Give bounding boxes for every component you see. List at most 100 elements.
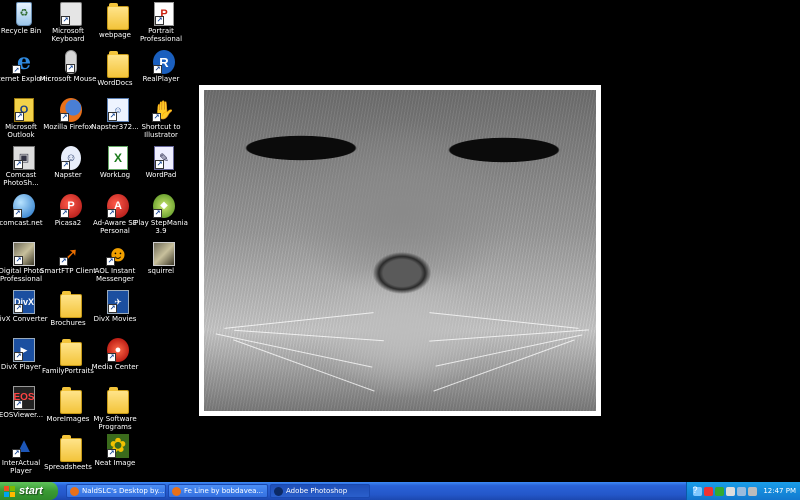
firefox-icon: ↗ [60,98,82,122]
desktop-icon[interactable]: ▲ ↗ InterActual Player [0,434,48,480]
digital-photo-professional-icon: ↗ [13,242,35,266]
shortcut-arrow-icon: ↗ [153,65,162,74]
shortcut-arrow-icon: ↗ [60,113,69,122]
folder-icon [60,435,82,462]
tray-safely-remove-icon[interactable] [748,486,758,496]
taskbar-button-label: Adobe Photoshop [286,487,348,495]
shortcut-arrow-icon: ↗ [61,16,70,25]
start-button[interactable]: start [0,482,58,500]
whisker [234,329,384,342]
system-tray: 12:47 PM [686,482,800,500]
desktop-icon-label: WordPad [145,171,177,179]
start-label: start [19,485,43,497]
desktop-icon-label: Portrait Professional [139,27,183,43]
taskbar-clock[interactable]: 12:47 PM [763,487,796,495]
desktop-icon[interactable]: R ↗ RealPlayer [140,50,188,96]
folder-icon [107,51,129,78]
whisker [433,339,575,392]
desktop-icon-label: squirrel [147,267,175,275]
desktop-icon[interactable]: ✈ ↗ DivX Movies [94,290,142,336]
shortcut-arrow-icon: ↗ [106,257,115,266]
taskbar: start NaldSLC's Desktop by... Fe Line by … [0,482,800,500]
tray-messenger-icon[interactable] [715,486,725,496]
taskbar-button-label: Fe Line by bobdavea... [184,487,264,495]
image-thumbnail-icon [153,242,175,266]
picasa-icon: P ↗ [60,194,82,218]
desktop-icon-label: Shortcut to Illustrator [141,123,181,139]
desktop-icon-label: Neat Image [94,459,136,467]
desktop-icon[interactable]: ◆ ↗ Play StepMania 3.9 [134,194,188,240]
excel-icon: X [108,146,128,170]
eos-viewer-icon: EOS ↗ [13,386,35,410]
desktop-icon[interactable]: P ↗ Portrait Professional [140,2,188,48]
whisker [429,312,579,329]
shortcut-arrow-icon: ↗ [155,160,164,169]
recycle-bin-icon: ♻ [16,2,32,26]
desktop-icon[interactable]: ↗ Microsoft Mouse [40,50,96,96]
shortcut-arrow-icon: ↗ [59,257,68,266]
taskbar-button[interactable]: Fe Line by bobdavea... [168,484,268,498]
desktop-icon[interactable]: Spreadsheets [44,434,95,480]
tray-volume-icon[interactable] [726,486,736,496]
tray-monitor-icon[interactable] [737,486,747,496]
desktop-icon[interactable]: ● ↗ Media Center [92,338,142,384]
help-icon[interactable]: ? [690,485,700,497]
shortcut-arrow-icon: ↗ [14,256,23,265]
wordpad-icon: ✎ ↗ [154,146,174,170]
shortcut-arrow-icon: ↗ [15,112,24,121]
desktop-icon[interactable]: WordDocs [94,50,142,96]
shortcut-arrow-icon: ↗ [12,65,21,74]
windows-logo-icon [4,485,15,497]
shortcut-arrow-icon: ↗ [108,112,117,121]
napster-icon: ☺ ↗ [61,146,81,170]
shortcut-arrow-icon: ↗ [107,209,116,218]
aim-icon: ☻ ↗ [106,241,130,266]
desktop-icon[interactable]: ▶ ↗ DivX Player [0,338,48,384]
keyboard-icon: ↗ [60,2,82,26]
cat-photo [204,90,596,411]
shortcut-arrow-icon: ↗ [66,64,75,73]
desktop-icon[interactable]: X WorkLog [94,146,142,192]
desktop-icon[interactable]: ↗ Microsoft Keyboard [47,2,95,48]
shortcut-arrow-icon: ↗ [12,449,21,458]
desktop-icon[interactable]: ✋ ↗ Shortcut to Illustrator [140,98,188,144]
taskbar-button[interactable]: NaldSLC's Desktop by... [66,484,166,498]
shortcut-arrow-icon: ↗ [14,160,23,169]
desktop-icon-label: RealPlayer [142,75,180,83]
desktop-icon[interactable]: ↗ Digital Photo Professional [0,242,48,288]
shortcut-arrow-icon: ↗ [152,113,161,122]
illustrator-icon: ✋ ↗ [152,100,176,122]
desktop-icon[interactable]: ↗ Mozilla Firefox [43,98,95,144]
taskbar-button[interactable]: Adobe Photoshop [270,484,370,498]
taskbar-button-label: NaldSLC's Desktop by... [82,487,165,495]
desktop-icon[interactable]: My Software Programs [93,386,142,432]
desktop-icon[interactable]: EOS ↗ EOSViewer... [0,386,48,432]
shortcut-arrow-icon: ↗ [61,161,70,170]
firefox-icon [172,486,181,496]
desktop-icon[interactable]: ☺ ↗ Napster [47,146,95,192]
desktop-icon[interactable]: ✿ ↗ Neat Image [94,434,142,480]
desktop-icon[interactable]: ☻ ↗ AOL Instant Messenger [94,242,142,288]
tray-antivirus-icon[interactable] [704,486,714,496]
desktop-icon[interactable]: ↗ comcast.net [0,194,48,240]
shortcut-arrow-icon: ↗ [60,209,69,218]
desktop-icon[interactable]: squirrel [140,242,188,288]
firefox-icon [70,486,79,496]
shortcut-arrow-icon: ↗ [107,449,116,458]
comcast-net-icon: ↗ [13,194,35,218]
folder-icon [60,291,82,318]
desktop-icon[interactable]: e↗Internet Explorer [0,50,51,96]
shortcut-arrow-icon: ↗ [155,16,164,25]
desktop-icon[interactable]: ▣ ↗ Comcast PhotoSh... [0,146,48,192]
shortcut-arrow-icon: ↗ [14,352,23,361]
desktop-icon[interactable]: ✎ ↗ WordPad [140,146,188,192]
desktop-icon[interactable]: DivX↗DivX Converter [0,290,48,336]
smartftp-icon: ➚ ↗ [59,244,79,266]
ad-aware-icon: A ↗ [107,194,129,218]
portrait-professional-icon: P ↗ [154,2,174,26]
desktop-icon[interactable]: Brochures [47,290,95,336]
napster-installer-icon: ☺ ↗ [107,98,129,122]
desktop-icon[interactable]: O ↗ Microsoft Outlook [0,98,48,144]
folder-icon [60,387,82,414]
desktop-icon[interactable]: FamilyPortraits [42,338,95,384]
